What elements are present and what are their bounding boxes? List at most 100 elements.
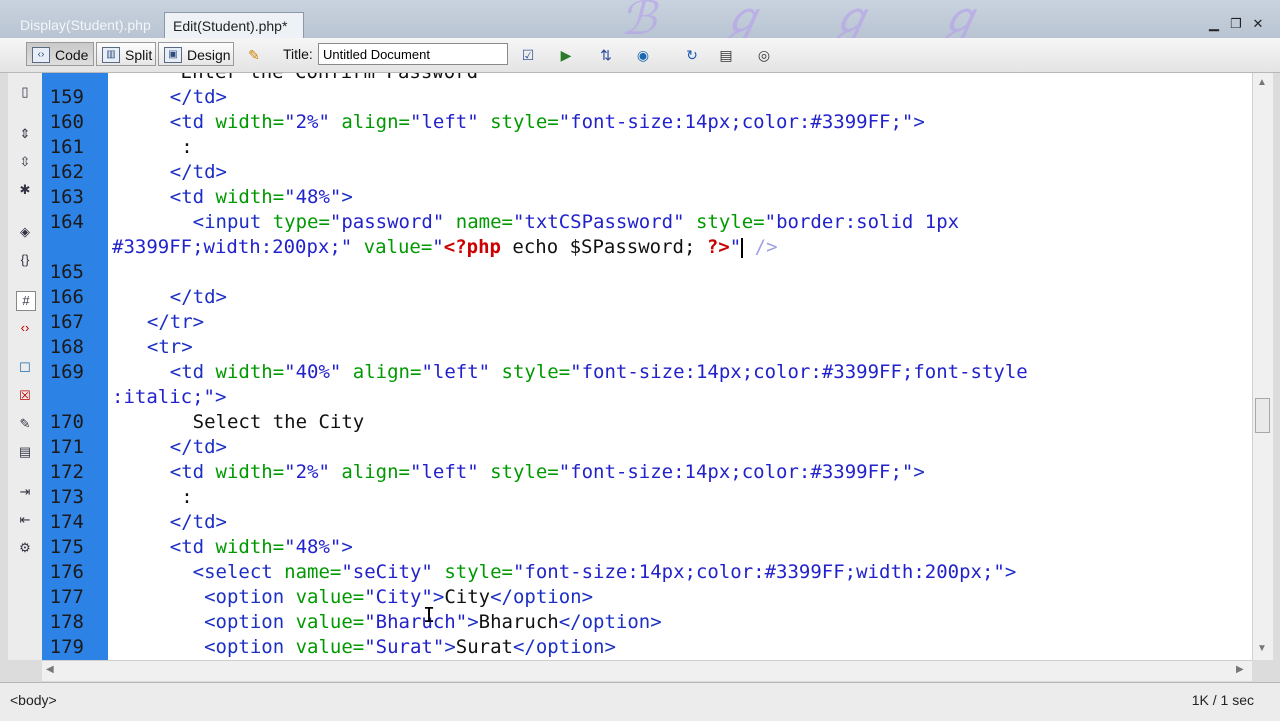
visual-aids-icon[interactable]: ◎ xyxy=(754,46,774,64)
code-line: <select name="seCity" style="font-size:1… xyxy=(124,560,1017,585)
scroll-down-arrow[interactable]: ▼ xyxy=(1257,643,1267,654)
code-token: <tr> xyxy=(124,336,193,358)
file-management-icon[interactable]: ⇅ xyxy=(596,46,616,64)
outdent-icon[interactable]: ⇤ xyxy=(16,511,34,529)
balance-braces-icon[interactable]: {} xyxy=(16,251,34,269)
minimize-icon[interactable]: ▁ xyxy=(1207,16,1221,32)
highlight-invalid-icon[interactable]: ‹› xyxy=(16,319,34,337)
title-label: Title: xyxy=(283,46,313,62)
code-token: > xyxy=(467,611,479,633)
refresh-icon[interactable]: ↻ xyxy=(682,46,702,64)
code-label: Code xyxy=(55,47,89,63)
code-token: #3399FF;width:200px;" xyxy=(112,236,353,258)
code-line: <td width="48%"> xyxy=(124,535,353,560)
line-number: 171 xyxy=(49,436,84,458)
scroll-right-arrow[interactable]: ▶ xyxy=(1236,664,1244,675)
code-token: Bharuch xyxy=(478,611,559,633)
code-line: <td width="2%" align="left" style="font-… xyxy=(124,110,925,135)
scroll-thumb[interactable] xyxy=(1255,398,1270,433)
remove-comment-icon[interactable]: ☒ xyxy=(16,387,34,405)
code-token: "font-size:14px;color:#3399FF;" xyxy=(558,461,914,483)
code-token: <td xyxy=(124,536,216,558)
code-token: </option> xyxy=(512,636,616,658)
code-token: name= xyxy=(444,211,513,233)
line-number: 179 xyxy=(49,636,84,658)
line-numbers-icon[interactable]: # xyxy=(16,291,36,311)
line-number: 162 xyxy=(49,161,84,183)
code-token: "font-size:14px;color:#3399FF;font-style xyxy=(570,361,1028,383)
code-line: </td> xyxy=(124,160,227,185)
status-bar: <body> 1K / 1 sec xyxy=(0,682,1280,721)
line-number: 177 xyxy=(49,586,84,608)
document-title-input[interactable] xyxy=(318,43,508,65)
validate-icon[interactable]: ☑ xyxy=(518,46,538,64)
code-token: Select the City xyxy=(124,411,365,433)
code-view-button[interactable]: ‹› Code xyxy=(26,42,94,66)
collapse-selection-icon[interactable]: ⇳ xyxy=(16,153,34,171)
globe-icon[interactable]: ◉ xyxy=(633,46,653,64)
code-token: <td xyxy=(124,186,216,208)
comment-icon[interactable]: ☐ xyxy=(16,359,34,377)
view-options-icon[interactable]: ▤ xyxy=(716,46,736,64)
code-editor[interactable]: Enter the Confirm Password 159 </td> 160 <… xyxy=(42,73,1252,660)
code-token: value= xyxy=(352,236,433,258)
line-number: 165 xyxy=(49,261,84,283)
code-token: width= xyxy=(215,361,285,383)
open-documents-icon[interactable]: ▯ xyxy=(16,83,34,101)
code-token: style= xyxy=(432,561,513,583)
coding-toolbar: ▯ ⇕ ⇳ ✱ ◈ {} # ‹› ☐ ☒ ✎ ▤ ⇥ ⇤ ⚙ xyxy=(8,73,43,660)
code-line: : xyxy=(124,135,192,160)
restore-icon[interactable]: ❐ xyxy=(1229,16,1243,32)
tag-selector[interactable]: <body> xyxy=(10,692,57,708)
indent-icon[interactable]: ⇥ xyxy=(16,483,34,501)
code-token: > xyxy=(341,186,353,208)
wrap-tag-icon[interactable]: ✎ xyxy=(16,415,34,433)
code-token: "40%" xyxy=(284,361,342,383)
line-number: 169 xyxy=(49,361,84,383)
code-token: value= xyxy=(295,586,365,608)
code-token: <option xyxy=(124,586,296,608)
code-token: "left" xyxy=(410,111,479,133)
design-icon: ▣ xyxy=(164,47,182,63)
split-view-button[interactable]: ▥ Split xyxy=(96,42,156,66)
line-number: 170 xyxy=(49,411,84,433)
code-token: <option xyxy=(124,611,296,633)
line-number: 164 xyxy=(49,211,84,233)
recent-snippets-icon[interactable]: ▤ xyxy=(16,443,34,461)
code-token: <?php xyxy=(443,236,501,258)
code-token: </td> xyxy=(124,161,227,183)
line-number: 176 xyxy=(49,561,84,583)
file-size-status: 1K / 1 sec xyxy=(1191,692,1254,708)
code-token: value= xyxy=(295,636,365,658)
close-icon[interactable]: ✕ xyxy=(1251,16,1265,32)
code-token: > xyxy=(913,111,925,133)
code-line: <td width="40%" align="left" style="font… xyxy=(124,360,1028,385)
scroll-up-arrow[interactable]: ▲ xyxy=(1257,77,1267,88)
code-token: "border:solid 1px xyxy=(764,211,960,233)
code-token: width= xyxy=(215,461,285,483)
select-parent-tag-icon[interactable]: ◈ xyxy=(16,223,34,241)
tab-edit-student[interactable]: Edit(Student).php* xyxy=(164,12,304,38)
scroll-left-arrow[interactable]: ◀ xyxy=(46,664,54,675)
line-number: 161 xyxy=(49,136,84,158)
code-token: </option> xyxy=(558,611,662,633)
line-number: 172 xyxy=(49,461,84,483)
vertical-scrollbar[interactable]: ▲ ▼ xyxy=(1252,73,1273,660)
code-token: :italic;" xyxy=(112,386,215,408)
code-token: </tr> xyxy=(124,311,205,333)
code-token: width= xyxy=(215,111,285,133)
tab-display-student[interactable]: Display(Student).php xyxy=(12,12,164,38)
preview-icon[interactable]: ▶ xyxy=(556,46,576,64)
live-view-icon[interactable]: ✎ xyxy=(244,46,264,64)
design-view-button[interactable]: ▣ Design xyxy=(158,42,234,66)
code-token: </td> xyxy=(124,436,227,458)
code-line: </td> xyxy=(124,510,227,535)
format-source-icon[interactable]: ⚙ xyxy=(16,539,34,557)
horizontal-scrollbar[interactable]: ◀ ▶ xyxy=(42,660,1252,681)
code-token: </td> xyxy=(124,86,227,108)
code-token: <select xyxy=(124,561,285,583)
collapse-tag-icon[interactable]: ⇕ xyxy=(16,125,34,143)
expand-all-icon[interactable]: ✱ xyxy=(16,181,34,199)
code-line: <td width="48%"> xyxy=(124,185,353,210)
code-token: : xyxy=(124,486,193,508)
